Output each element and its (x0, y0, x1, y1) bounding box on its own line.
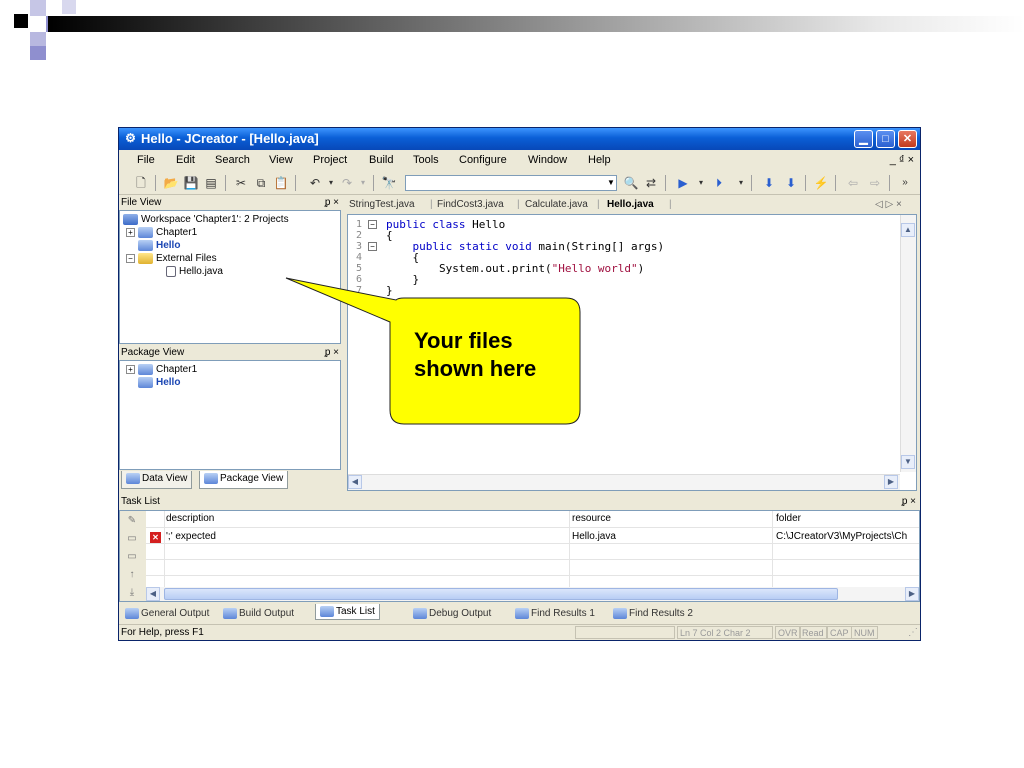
callout-text: Your files shown here (414, 327, 576, 383)
callout-line-2: shown here (414, 356, 537, 381)
callout-line-1: Your files (414, 328, 513, 353)
callout-bubble (285, 277, 581, 425)
